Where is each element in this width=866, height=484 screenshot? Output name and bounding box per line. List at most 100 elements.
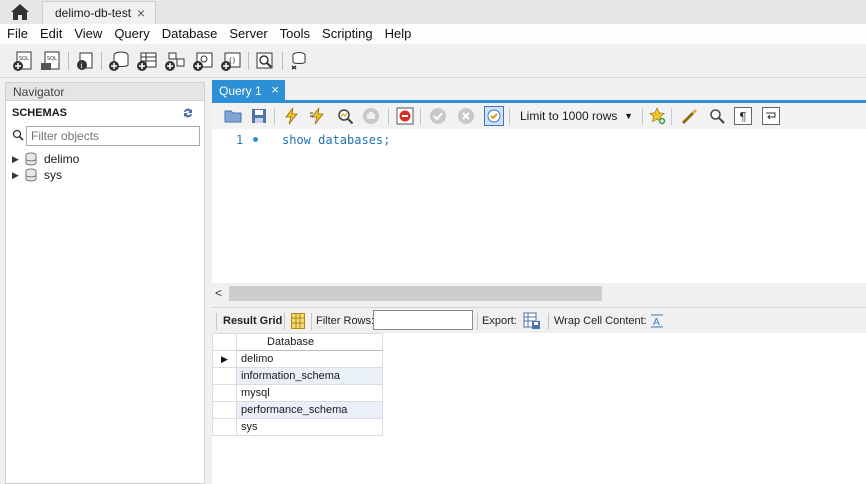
scroll-left-icon[interactable]: < <box>215 286 222 300</box>
toolbar-separator <box>548 313 549 330</box>
statement-marker-icon <box>253 137 258 142</box>
open-folder-icon[interactable] <box>224 107 242 125</box>
create-procedure-icon[interactable] <box>192 50 214 72</box>
sql-editor[interactable]: 1 show databases; <box>212 129 866 283</box>
toolbar-separator <box>477 313 478 330</box>
menu-view[interactable]: View <box>68 24 108 44</box>
schema-label: sys <box>44 168 62 182</box>
create-function-icon[interactable]: () <box>220 50 242 72</box>
toolbar-separator <box>101 52 102 70</box>
scrollbar-thumb[interactable] <box>229 286 602 301</box>
sql-statement[interactable]: show databases; <box>282 133 390 147</box>
create-view-icon[interactable] <box>164 50 186 72</box>
search-icon <box>12 129 24 141</box>
menu-tools[interactable]: Tools <box>274 24 316 44</box>
explain-icon[interactable] <box>336 107 354 125</box>
toolbar-separator <box>282 52 283 70</box>
table-cell[interactable]: delimo <box>236 350 383 368</box>
home-button[interactable] <box>8 2 32 22</box>
result-toolbar: Result Grid Filter Rows: Export: Wrap Ce… <box>212 307 866 333</box>
query-tab-title: Query 1 <box>219 83 262 98</box>
table-row[interactable]: performance_schema <box>212 401 383 419</box>
wrap-cell-icon[interactable]: A <box>650 314 664 328</box>
row-header[interactable] <box>212 418 237 436</box>
editor-horizontal-scrollbar[interactable]: < <box>212 283 866 304</box>
result-grid-label[interactable]: Result Grid <box>223 315 282 327</box>
toggle-stop-on-error-icon[interactable] <box>396 107 414 125</box>
execute-current-icon[interactable] <box>308 107 326 125</box>
beautify-icon[interactable] <box>680 107 698 125</box>
export-icon[interactable] <box>523 312 541 330</box>
inspector-icon[interactable]: i <box>74 50 96 72</box>
refresh-icon[interactable] <box>181 106 195 120</box>
close-icon[interactable]: × <box>137 5 145 21</box>
find-icon[interactable] <box>708 107 726 125</box>
column-header-database[interactable]: Database <box>236 333 383 351</box>
schema-item-sys[interactable]: ▶ sys <box>12 167 62 183</box>
create-schema-icon[interactable] <box>108 50 130 72</box>
table-cell[interactable]: performance_schema <box>236 401 383 419</box>
row-header[interactable] <box>212 401 237 419</box>
row-header[interactable] <box>212 384 237 402</box>
database-icon <box>25 168 37 182</box>
menu-file[interactable]: File <box>0 24 34 44</box>
autocommit-icon[interactable] <box>484 106 504 126</box>
svg-text:SQL: SQL <box>19 56 29 62</box>
toolbar-separator <box>68 52 69 70</box>
expand-arrow-icon[interactable]: ▶ <box>12 154 22 165</box>
open-sql-script-icon[interactable]: SQL <box>40 50 62 72</box>
execute-icon[interactable] <box>282 107 300 125</box>
query-tab[interactable]: Query 1 × <box>212 80 285 101</box>
menu-scripting[interactable]: Scripting <box>316 24 379 44</box>
connection-tab[interactable]: delimo-db-test × <box>42 1 156 24</box>
table-row[interactable]: information_schema <box>212 367 383 385</box>
table-cell[interactable]: sys <box>236 418 383 436</box>
close-icon[interactable]: × <box>271 82 279 97</box>
save-icon[interactable] <box>250 107 268 125</box>
filter-objects-field[interactable] <box>26 126 200 146</box>
line-number: 1 <box>236 133 244 147</box>
row-header[interactable] <box>212 367 237 385</box>
table-row[interactable]: mysql <box>212 384 383 402</box>
table-cell[interactable]: mysql <box>236 384 383 402</box>
word-wrap-icon[interactable] <box>762 107 780 125</box>
schema-label: delimo <box>44 152 80 166</box>
filter-rows-input[interactable] <box>373 310 473 330</box>
schemas-title: SCHEMAS <box>12 107 68 119</box>
search-table-data-icon[interactable] <box>254 50 276 72</box>
stop-icon[interactable] <box>362 107 380 125</box>
line-gutter: 1 <box>212 129 272 283</box>
new-sql-tab-icon[interactable]: SQL <box>12 50 34 72</box>
invisible-characters-icon[interactable]: ¶ <box>734 107 752 125</box>
limit-rows-select[interactable]: Limit to 1000 rows ▼ <box>515 106 639 126</box>
connection-tab-title: delimo-db-test <box>55 6 132 20</box>
menu-edit[interactable]: Edit <box>34 24 68 44</box>
connection-tab-strip: delimo-db-test × <box>0 0 866 24</box>
menu-bar: File Edit View Query Database Server Too… <box>0 24 866 44</box>
create-table-icon[interactable] <box>136 50 158 72</box>
add-snippet-icon[interactable] <box>648 107 666 125</box>
result-grid-icon[interactable] <box>291 313 305 329</box>
menu-query[interactable]: Query <box>108 24 155 44</box>
schema-item-delimo[interactable]: ▶ delimo <box>12 151 79 167</box>
filter-objects-input[interactable] <box>27 127 199 145</box>
result-table: Database ▶ delimo information_schema mys… <box>212 333 383 436</box>
wrap-cell-content-label: Wrap Cell Content: <box>554 315 647 327</box>
home-icon <box>11 4 29 20</box>
menu-server[interactable]: Server <box>223 24 273 44</box>
navigator-panel: Navigator SCHEMAS ▶ delimo ▶ sys <box>5 82 205 484</box>
toolbar-separator <box>671 108 672 125</box>
reconnect-icon[interactable] <box>288 50 310 72</box>
rollback-icon[interactable] <box>457 107 475 125</box>
toolbar-separator <box>274 108 275 125</box>
table-cell[interactable]: information_schema <box>236 367 383 385</box>
toolbar-separator <box>216 313 217 330</box>
table-row[interactable]: ▶ delimo <box>212 350 383 368</box>
result-grid: Database ▶ delimo information_schema mys… <box>212 333 866 484</box>
expand-arrow-icon[interactable]: ▶ <box>12 170 22 181</box>
menu-help[interactable]: Help <box>379 24 418 44</box>
commit-icon[interactable] <box>429 107 447 125</box>
menu-database[interactable]: Database <box>156 24 224 44</box>
row-header-corner[interactable] <box>212 333 237 351</box>
table-row[interactable]: sys <box>212 418 383 436</box>
